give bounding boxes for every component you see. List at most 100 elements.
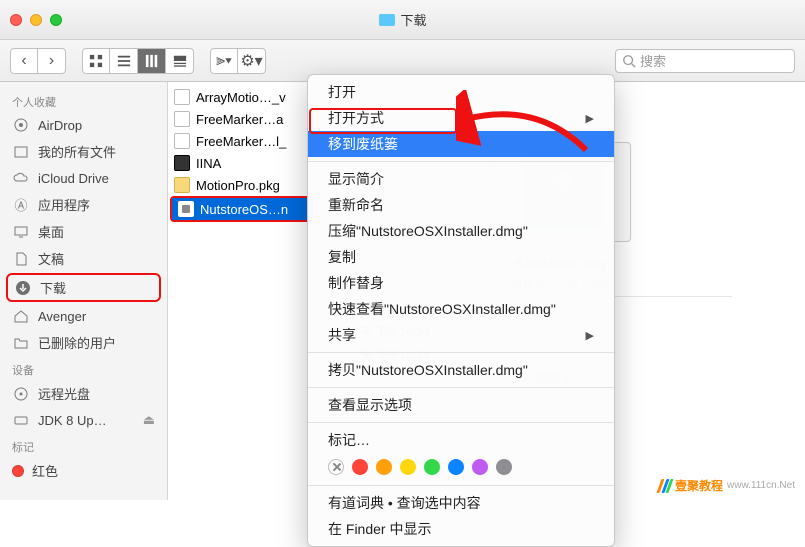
file-item[interactable]: MotionPro.pkg [168,174,315,196]
file-item[interactable]: FreeMarker…l_ [168,130,315,152]
window-title: 下载 [378,10,426,29]
chevron-right-icon: ▶ [586,112,594,125]
app-icon [174,155,190,171]
window-controls [10,14,62,26]
sidebar-item-airdrop[interactable]: AirDrop [0,112,167,138]
chevron-right-icon: ▶ [586,329,594,342]
sidebar-tags-header: 标记 [0,433,167,457]
search-icon [622,54,636,68]
file-item[interactable]: FreeMarker…a [168,108,315,130]
sidebar-item-deleted-users[interactable]: 已删除的用户 [0,329,167,356]
menu-dictionary[interactable]: 有道词典 • 查询选中内容 [308,490,614,516]
menu-separator [308,352,614,353]
sidebar-favorites-header: 个人收藏 [0,88,167,112]
sidebar: 个人收藏 AirDrop 我的所有文件 iCloud Drive Ⓐ应用程序 桌… [0,82,168,500]
eject-icon[interactable]: ⏏ [143,412,155,428]
sidebar-item-documents[interactable]: 文稿 [0,245,167,272]
menu-tag-colors [308,453,614,481]
menu-compress[interactable]: 压缩"NutstoreOSXInstaller.dmg" [308,218,614,244]
file-item-selected[interactable]: NutstoreOS…n [172,198,311,220]
cloud-icon [12,169,30,187]
menu-move-to-trash[interactable]: 移到废纸篓 [308,131,614,157]
forward-button[interactable]: › [38,48,66,74]
view-columns[interactable] [138,48,166,74]
tag-color-purple[interactable] [472,459,488,475]
menu-separator [308,387,614,388]
back-button[interactable]: ‹ [10,48,38,74]
sidebar-devices-header: 设备 [0,356,167,380]
menu-separator [308,161,614,162]
action-button[interactable]: ⚙▾ [238,48,266,74]
menu-open[interactable]: 打开 [308,79,614,105]
sidebar-item-icloud[interactable]: iCloud Drive [0,165,167,191]
file-highlight-annotation: NutstoreOS…n [170,196,313,222]
desktop-icon [12,223,30,241]
menu-view-options[interactable]: 查看显示选项 [308,392,614,418]
menu-get-info[interactable]: 显示简介 [308,166,614,192]
disc-icon [12,385,30,403]
airdrop-icon [12,116,30,134]
sidebar-device-remotedisk[interactable]: 远程光盘 [0,380,167,407]
sidebar-device-jdk[interactable]: JDK 8 Up…⏏ [0,407,167,433]
arrange-group: ⫸▾ ⚙▾ [210,48,266,74]
sidebar-tag-red[interactable]: 红色 [0,457,167,484]
watermark-url: www.111cn.Net [727,480,795,491]
sidebar-item-avenger[interactable]: Avenger [0,303,167,329]
zoom-icon[interactable] [50,14,62,26]
tag-clear[interactable] [328,459,344,475]
window-title-text: 下载 [400,10,426,29]
folder-icon [378,14,394,26]
downloads-icon [14,279,32,297]
tag-color-green[interactable] [424,459,440,475]
tag-color-gray[interactable] [496,459,512,475]
menu-show-in-finder[interactable]: 在 Finder 中显示 [308,516,614,542]
drive-icon [12,411,30,429]
tag-color-orange[interactable] [376,459,392,475]
close-icon[interactable] [10,14,22,26]
arrange-button[interactable]: ⫸▾ [210,48,238,74]
sidebar-item-allfiles[interactable]: 我的所有文件 [0,138,167,165]
file-item[interactable]: IINA [168,152,315,174]
menu-make-alias[interactable]: 制作替身 [308,270,614,296]
menu-rename[interactable]: 重新命名 [308,192,614,218]
pkg-icon [174,177,190,193]
allfiles-icon [12,143,30,161]
view-coverflow[interactable] [166,48,194,74]
tag-color-red[interactable] [352,459,368,475]
menu-duplicate[interactable]: 复制 [308,244,614,270]
watermark: 壹聚教程 www.111cn.Net [659,477,795,494]
file-icon [174,133,190,149]
sidebar-item-downloads[interactable]: 下载 [6,273,161,302]
apps-icon: Ⓐ [12,196,30,214]
menu-separator [308,422,614,423]
menu-separator [308,485,614,486]
view-icon-grid[interactable] [82,48,110,74]
menu-open-with[interactable]: 打开方式▶ [308,105,614,131]
dmg-icon [178,201,194,217]
folder-icon [12,334,30,352]
menu-copy[interactable]: 拷贝"NutstoreOSXInstaller.dmg" [308,357,614,383]
titlebar: 下载 [0,0,805,40]
view-mode-group [82,48,194,74]
minimize-icon[interactable] [30,14,42,26]
file-icon [174,111,190,127]
nav-buttons: ‹ › [10,48,66,74]
view-list[interactable] [110,48,138,74]
context-menu: 打开 打开方式▶ 移到废纸篓 显示简介 重新命名 压缩"NutstoreOSXI… [307,74,615,547]
tag-color-yellow[interactable] [400,459,416,475]
tag-red-icon [12,465,24,477]
home-icon [12,307,30,325]
menu-tags[interactable]: 标记… [308,427,614,453]
sidebar-item-apps[interactable]: Ⓐ应用程序 [0,191,167,218]
watermark-brand: 壹聚教程 [675,477,723,494]
menu-share[interactable]: 共享▶ [308,322,614,348]
search-placeholder: 搜索 [640,51,666,70]
file-column: ArrayMotio…_v FreeMarker…a FreeMarker…l_… [168,82,316,500]
tag-color-blue[interactable] [448,459,464,475]
menu-quick-look[interactable]: 快速查看"NutstoreOSXInstaller.dmg" [308,296,614,322]
documents-icon [12,250,30,268]
file-item[interactable]: ArrayMotio…_v [168,86,315,108]
sidebar-item-desktop[interactable]: 桌面 [0,218,167,245]
file-icon [174,89,190,105]
search-field[interactable]: 搜索 [615,49,795,73]
